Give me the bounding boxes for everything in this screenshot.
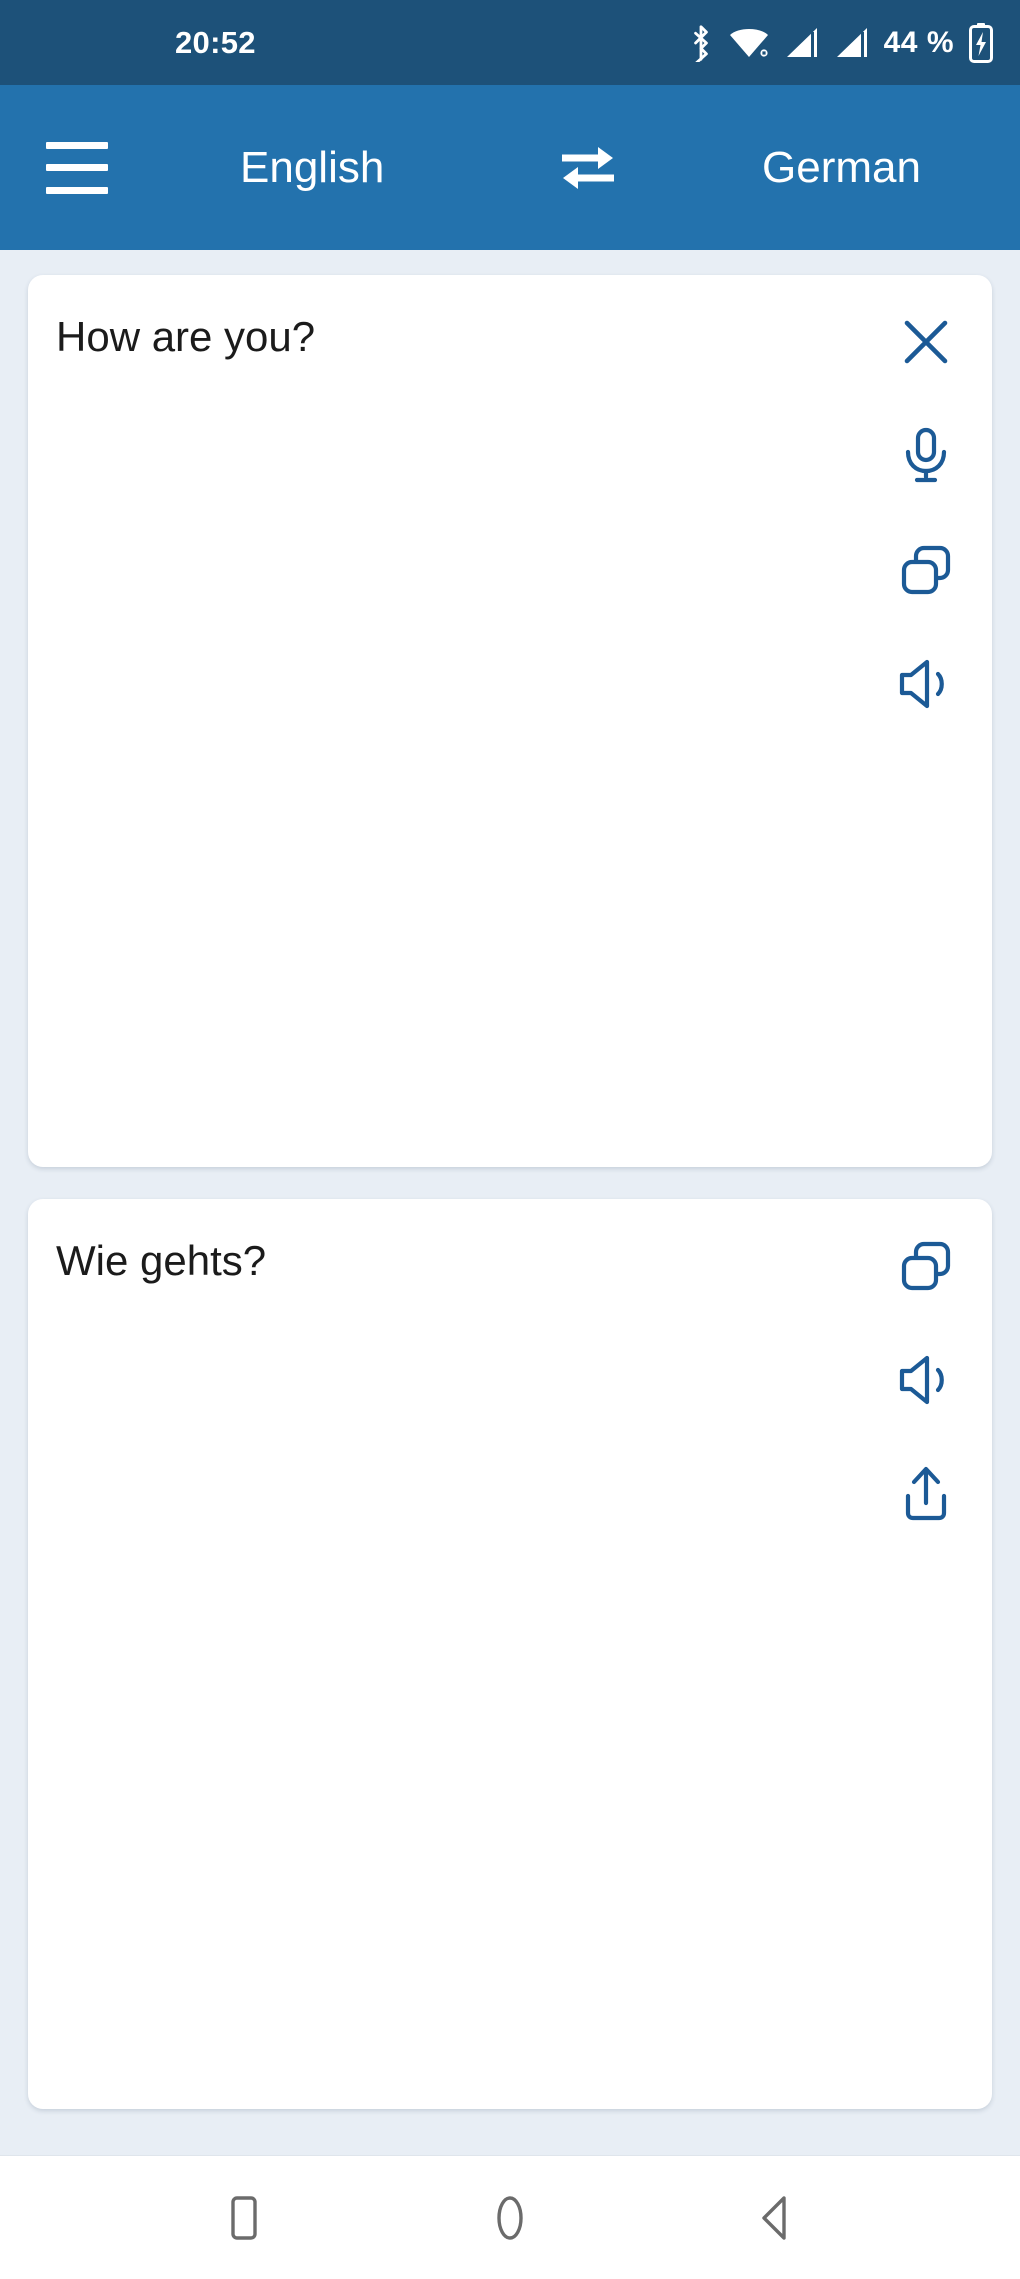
battery-percent-label: 44 % [883,25,954,59]
target-card: Wie gehts? [28,1199,992,2109]
microphone-icon[interactable] [887,417,965,495]
clear-icon[interactable] [887,303,965,381]
phone-screen: 20:52 44 % English German How are you? W… [0,0,1020,2279]
signal-sim1-icon [784,26,820,60]
status-icons: 44 % [688,22,994,63]
menu-bar-2 [46,164,108,171]
share-icon[interactable] [887,1455,965,1533]
source-language-selector[interactable]: English [240,143,384,193]
menu-icon[interactable] [46,141,108,194]
menu-bar-1 [46,141,108,149]
target-text[interactable]: Wie gehts? [28,1199,860,2109]
source-card-actions [860,275,992,1167]
source-text[interactable]: How are you? [28,275,860,1167]
recents-button[interactable] [196,2170,292,2266]
signal-sim2-icon [834,26,870,60]
status-bar: 20:52 44 % [0,0,1020,85]
home-button[interactable] [462,2170,558,2266]
swap-languages-icon[interactable] [556,140,620,196]
wifi-icon [728,26,770,60]
bluetooth-icon [688,24,714,62]
battery-charging-icon [968,22,994,63]
speaker-icon[interactable] [887,1341,965,1419]
speaker-icon[interactable] [887,645,965,723]
app-bar: English German [0,85,1020,250]
copy-icon[interactable] [887,531,965,609]
status-clock: 20:52 [175,24,256,60]
target-card-actions [860,1199,992,2109]
source-card: How are you? [28,275,992,1167]
android-navigation-bar [0,2155,1020,2279]
menu-bar-3 [46,186,108,194]
back-button[interactable] [728,2170,824,2266]
target-language-selector[interactable]: German [762,143,921,193]
copy-icon[interactable] [887,1227,965,1305]
translation-panels: How are you? Wie gehts? [0,250,1020,2155]
